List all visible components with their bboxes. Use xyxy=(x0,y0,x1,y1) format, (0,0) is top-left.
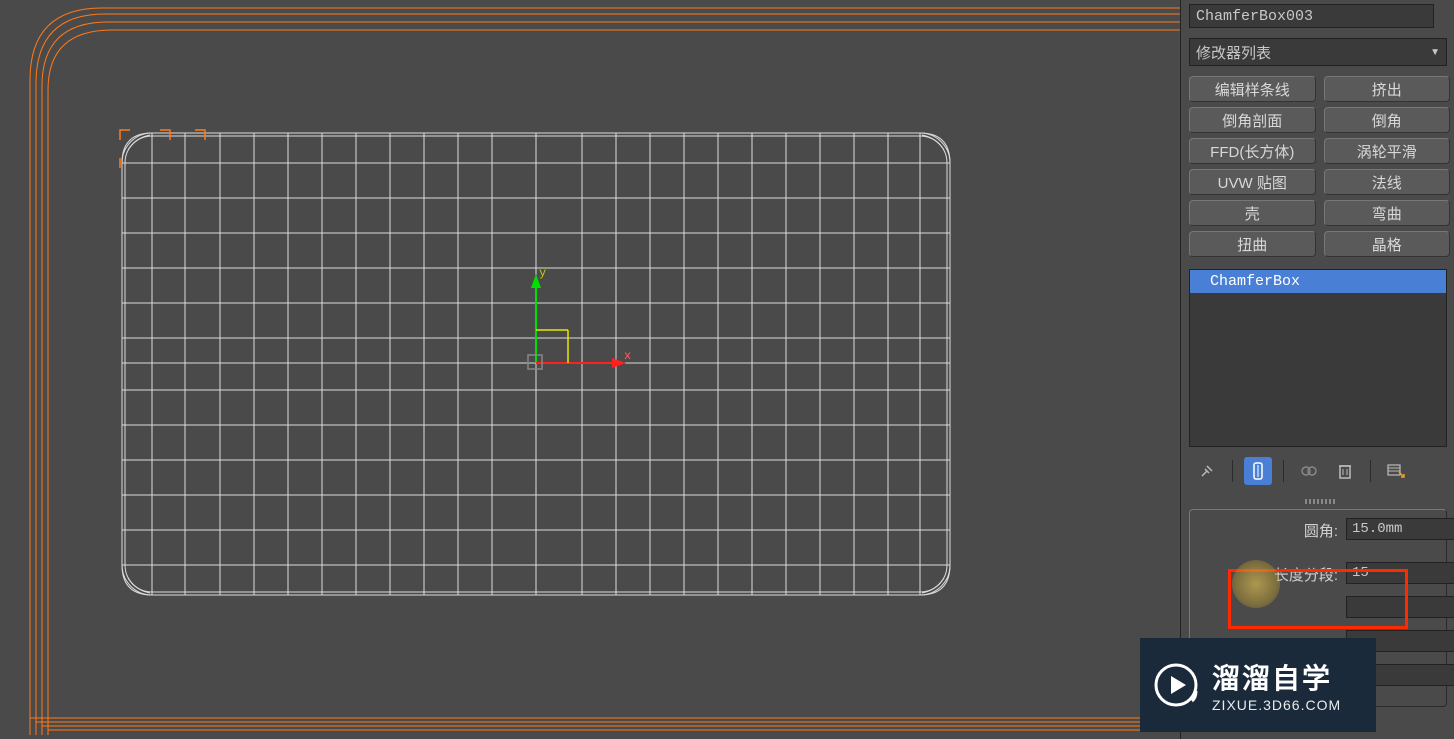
configure-modifier-sets-icon[interactable] xyxy=(1382,457,1410,485)
make-unique-icon[interactable] xyxy=(1295,457,1323,485)
hidden-input-1[interactable] xyxy=(1346,596,1454,618)
mod-btn-edit-spline[interactable]: 编辑样条线 xyxy=(1189,76,1316,102)
mod-btn-turbosmooth[interactable]: 涡轮平滑 xyxy=(1324,138,1451,164)
fillet-label: 圆角: xyxy=(1304,520,1338,541)
modifier-dropdown-label: 修改器列表 xyxy=(1196,42,1271,63)
watermark-url: ZIXUE.3D66.COM xyxy=(1212,697,1341,713)
modifier-list-dropdown[interactable]: 修改器列表 ▼ xyxy=(1189,38,1447,66)
param-row-hidden-1: x ▲ ▼ xyxy=(1196,596,1440,620)
mod-btn-uvw-map[interactable]: UVW 贴图 xyxy=(1189,169,1316,195)
fillet-input[interactable] xyxy=(1346,518,1454,540)
param-fillet: 圆角: ▲ ▼ xyxy=(1196,518,1440,542)
mod-btn-extrude[interactable]: 挤出 xyxy=(1324,76,1451,102)
watermark-title: 溜溜自学 xyxy=(1212,657,1341,697)
pin-stack-icon[interactable] xyxy=(1193,457,1221,485)
object-name-input[interactable] xyxy=(1189,4,1434,28)
stack-toolbar xyxy=(1193,457,1450,485)
mod-btn-normal[interactable]: 法线 xyxy=(1324,169,1451,195)
mod-btn-shell[interactable]: 壳 xyxy=(1189,200,1316,226)
mod-btn-bend[interactable]: 弯曲 xyxy=(1324,200,1451,226)
modifier-quick-buttons: 编辑样条线 挤出 倒角剖面 倒角 FFD(长方体) 涡轮平滑 UVW 贴图 法线… xyxy=(1189,76,1450,257)
length-segs-input[interactable] xyxy=(1346,562,1454,584)
remove-modifier-icon[interactable] xyxy=(1331,457,1359,485)
stack-item-chamferbox[interactable]: ChamferBox xyxy=(1190,270,1446,294)
mod-btn-bevel[interactable]: 倒角 xyxy=(1324,107,1451,133)
mod-btn-bevel-profile[interactable]: 倒角剖面 xyxy=(1189,107,1316,133)
viewport[interactable]: y x xyxy=(0,0,1180,735)
viewport-canvas: y x xyxy=(0,0,1180,735)
modifier-stack[interactable]: ChamferBox xyxy=(1189,269,1447,447)
length-segs-label: 长度分段: xyxy=(1274,564,1338,585)
svg-text:x: x xyxy=(624,349,631,363)
param-length-segs: 长度分段: ▲ ▼ xyxy=(1196,562,1440,586)
svg-text:y: y xyxy=(539,266,546,280)
mod-btn-twist[interactable]: 扭曲 xyxy=(1189,231,1316,257)
modify-panel: 修改器列表 ▼ 编辑样条线 挤出 倒角剖面 倒角 FFD(长方体) 涡轮平滑 U… xyxy=(1180,0,1454,739)
watermark: 溜溜自学 ZIXUE.3D66.COM xyxy=(1140,638,1376,732)
chevron-down-icon: ▼ xyxy=(1430,47,1440,58)
watermark-play-icon xyxy=(1152,661,1200,709)
mod-btn-lattice[interactable]: 晶格 xyxy=(1324,231,1451,257)
rollout-drag-handle[interactable] xyxy=(1191,499,1449,507)
mod-btn-ffd-box[interactable]: FFD(长方体) xyxy=(1189,138,1316,164)
show-end-result-icon[interactable] xyxy=(1244,457,1272,485)
